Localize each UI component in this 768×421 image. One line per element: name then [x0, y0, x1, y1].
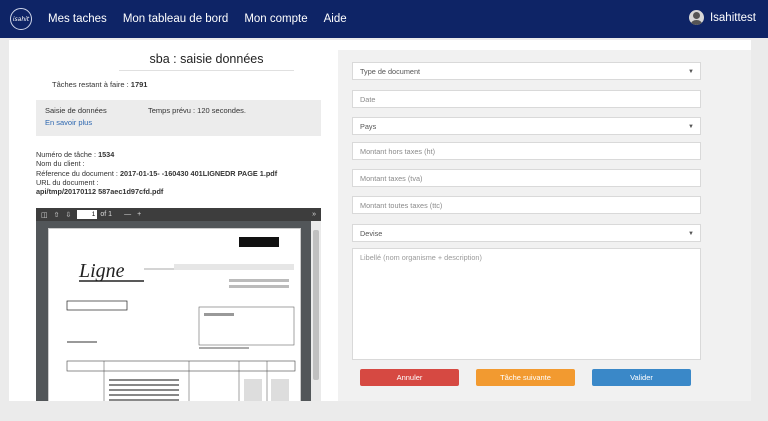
sidebar-toggle-icon[interactable]: ◫ [41, 211, 48, 219]
arrow-down-icon[interactable]: ⇩ [66, 211, 72, 219]
nav-aide[interactable]: Aide [324, 13, 347, 25]
user-menu[interactable]: Isahittest [688, 10, 756, 25]
isahit-logo[interactable]: isahit [10, 8, 32, 30]
pdf-toolbar: ◫ ⇧ ⇩ 1 of 1 — + » [36, 208, 321, 221]
type-document-select[interactable]: Type de document ▼ [352, 62, 701, 80]
top-navbar: isahit Mes taches Mon tableau de bord Mo… [0, 0, 768, 38]
page-number-input[interactable]: 1 [77, 210, 98, 219]
invoice-scan: Ligne [66, 237, 296, 401]
task-type-label: Saisie de données [45, 106, 107, 115]
montant-ttc-field[interactable]: Montant toutes taxes (ttc) [352, 196, 701, 214]
cancel-button[interactable]: Annuler [360, 369, 459, 386]
devise-select[interactable]: Devise ▼ [352, 224, 701, 242]
nav-tableau-de-bord[interactable]: Mon tableau de bord [123, 13, 229, 25]
zoom-in-icon[interactable]: + [137, 211, 141, 218]
nav-mes-taches[interactable]: Mes taches [48, 13, 107, 25]
more-tools-icon[interactable]: » [312, 211, 316, 218]
task-metadata: Numéro de tâche : 1534 Nom du client : R… [36, 150, 278, 197]
task-info-column: sba : saisie données Tâches restant à fa… [9, 40, 329, 401]
nav-mon-compte[interactable]: Mon compte [244, 13, 307, 25]
validate-button[interactable]: Valider [592, 369, 691, 386]
user-name: Isahittest [709, 11, 756, 24]
pdf-viewer[interactable]: ◫ ⇧ ⇩ 1 of 1 — + » Ligne [36, 208, 321, 401]
arrow-up-icon[interactable]: ⇧ [54, 211, 60, 219]
date-field[interactable]: Date [352, 90, 701, 108]
task-title: sba : saisie données [119, 52, 294, 71]
task-type-box: Saisie de données Temps prévu : 120 seco… [36, 100, 321, 136]
page-footer-strip [0, 401, 768, 421]
document-url[interactable]: api/tmp/20170112 587aec1d97cfd.pdf [36, 187, 163, 196]
chevron-down-icon: ▼ [688, 69, 694, 75]
learn-more-link[interactable]: En savoir plus [45, 118, 312, 127]
zoom-out-icon[interactable]: — [124, 211, 131, 218]
pays-select[interactable]: Pays ▼ [352, 117, 701, 135]
libelle-textarea[interactable]: Libellé (nom organisme + description) [352, 248, 701, 360]
pdf-scroll-thumb[interactable] [313, 230, 319, 380]
tasks-remaining: Tâches restant à faire : 1791 [52, 80, 148, 89]
montant-tva-field[interactable]: Montant taxes (tva) [352, 169, 701, 187]
next-task-button[interactable]: Tâche suivante [476, 369, 575, 386]
chevron-down-icon: ▼ [688, 124, 694, 130]
task-panel: sba : saisie données Tâches restant à fa… [9, 40, 751, 401]
chevron-down-icon: ▼ [688, 231, 694, 237]
svg-text:Ligne: Ligne [78, 260, 125, 282]
page-total: of 1 [100, 211, 113, 218]
main-nav: Mes taches Mon tableau de bord Mon compt… [48, 13, 363, 25]
avatar [688, 10, 704, 25]
document-page-image: Ligne [48, 228, 301, 401]
data-entry-form: Type de document ▼ Date Pays ▼ Montant h… [338, 50, 751, 401]
montant-ht-field[interactable]: Montant hors taxes (ht) [352, 142, 701, 160]
task-time-label: Temps prévu : 120 secondes. [148, 106, 246, 115]
